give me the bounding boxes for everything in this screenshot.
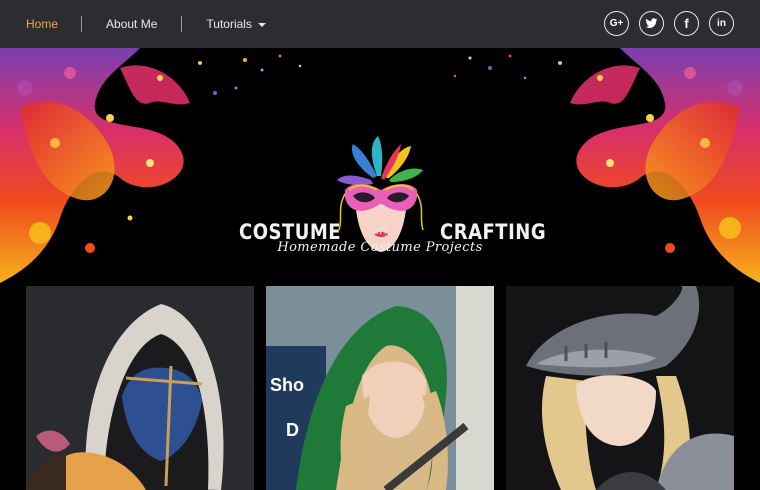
cosplay-photo-helmet [506,286,734,490]
top-navbar: Home About Me Tutorials G+ f in [0,0,760,48]
nav-links: Home About Me Tutorials [0,0,266,48]
cosplay-photo-green-hood: Sho D [266,286,494,490]
facebook-icon[interactable]: f [674,11,699,36]
featured-cards: Sho D [26,286,736,490]
google-plus-label: G+ [609,18,624,29]
nav-about-link[interactable]: About Me [106,17,157,31]
nav-divider [81,16,83,32]
cosplay-photo-hooded [26,286,254,490]
nav-divider [181,16,183,32]
nav-home-link[interactable]: Home [26,17,58,31]
svg-text:Sho: Sho [270,375,304,395]
google-plus-icon[interactable]: G+ [604,11,629,36]
facebook-label: f [684,16,689,31]
twitter-icon[interactable] [639,11,664,36]
nav-tutorials-label: Tutorials [206,17,252,31]
hero-banner: COSTUME CRAFTING DIY Homemade Costume Pr… [0,48,760,288]
linkedin-icon[interactable]: in [709,11,734,36]
card-cosplay-hooded[interactable] [26,286,254,490]
nav-tutorials-dropdown[interactable]: Tutorials [206,17,266,31]
svg-text:D: D [286,420,299,440]
caret-down-icon [257,22,266,27]
site-tagline: Homemade Costume Projects [277,240,483,255]
social-links: G+ f in [604,11,734,36]
logo-subtitle-diy: DIY [371,226,389,237]
linkedin-label: in [717,18,726,29]
card-cosplay-green-hood[interactable]: Sho D [266,286,494,490]
card-cosplay-helmet[interactable] [506,286,734,490]
